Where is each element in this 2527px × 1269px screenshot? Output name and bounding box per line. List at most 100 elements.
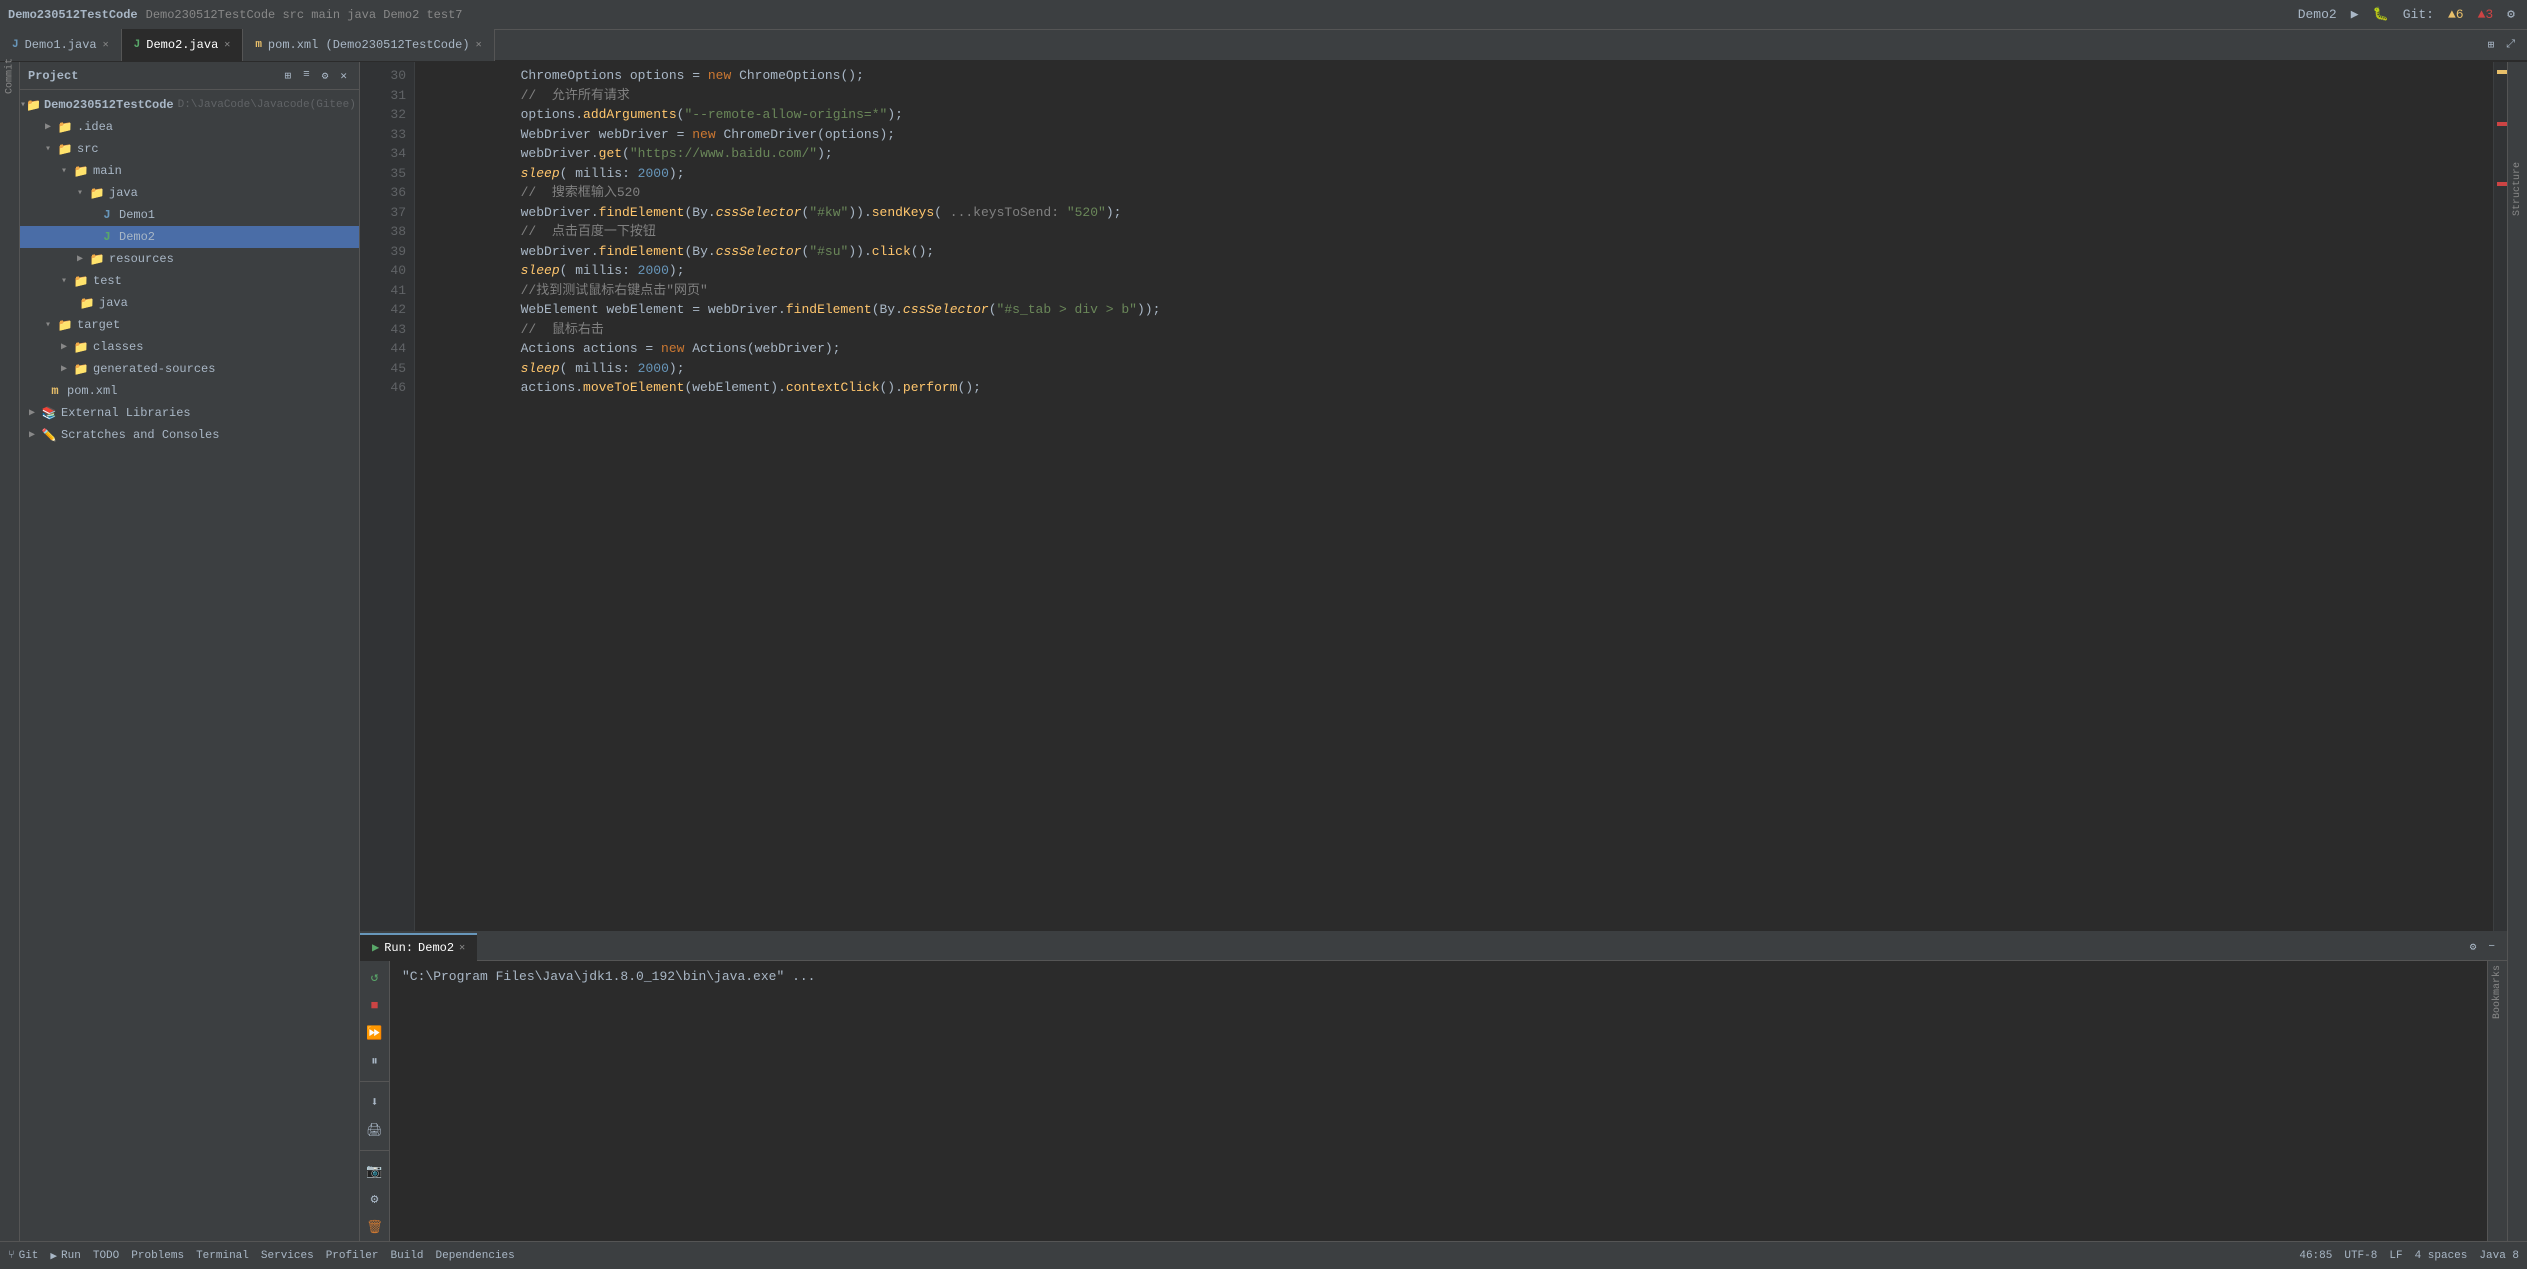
- tree-label-demo1: Demo1: [119, 208, 155, 222]
- code-line-32: options.addArguments("--remote-allow-ori…: [427, 105, 2481, 125]
- profiler-status[interactable]: Profiler: [326, 1250, 379, 1262]
- scroll-to-end-button[interactable]: ⬇: [363, 1090, 387, 1114]
- line-num-36: 36: [368, 183, 406, 203]
- code-container[interactable]: 30 31 32 33 34 35 36 37 38 39 40 41 42 4…: [360, 62, 2507, 931]
- tree-item-main[interactable]: ▾ 📁 main: [20, 160, 359, 182]
- tab-demo1[interactable]: J Demo1.java ✕: [0, 29, 122, 61]
- print-button[interactable]: 🖨: [363, 1118, 387, 1142]
- tree-item-test[interactable]: ▾ 📁 test: [20, 270, 359, 292]
- git-status[interactable]: ⑂ Git: [8, 1250, 38, 1262]
- code-line-40: sleep( millis: 2000);: [427, 261, 2481, 281]
- tree-item-generated[interactable]: ▶ 📁 generated-sources: [20, 358, 359, 380]
- run-config-dropdown[interactable]: Demo2: [2294, 5, 2341, 24]
- tree-item-demo2[interactable]: J Demo2: [20, 226, 359, 248]
- dependencies-status[interactable]: Dependencies: [436, 1250, 515, 1262]
- line-num-46: 46: [368, 378, 406, 398]
- code-line-41: //找到测试鼠标右键点击"网页": [427, 281, 2481, 301]
- sidebar-close-icon[interactable]: ✕: [336, 67, 351, 85]
- tree-label-scratches: Scratches and Consoles: [61, 428, 219, 442]
- tab-demo2-close[interactable]: ✕: [224, 39, 230, 51]
- structure-panel[interactable]: Structure: [2507, 62, 2527, 1241]
- folder-icon-test-java: 📁: [78, 296, 96, 311]
- tree-item-root[interactable]: ▾ 📁 Demo230512TestCode D:\JavaCode\Javac…: [20, 94, 359, 116]
- line-num-42: 42: [368, 300, 406, 320]
- breadcrumb: Demo230512TestCode src main java Demo2 t…: [146, 8, 463, 22]
- run-button[interactable]: ▶: [2347, 5, 2363, 24]
- split-editor-button[interactable]: ⊞: [2484, 36, 2499, 54]
- maximize-editor-button[interactable]: ⤢: [2502, 37, 2519, 53]
- resume-button[interactable]: ⏩: [363, 1021, 387, 1045]
- todo-status[interactable]: TODO: [93, 1250, 119, 1262]
- line-num-39: 39: [368, 242, 406, 262]
- run-status[interactable]: ▶ Run: [50, 1249, 80, 1263]
- trash-button[interactable]: 🗑: [363, 1215, 387, 1239]
- tab-demo1-close[interactable]: ✕: [103, 39, 109, 51]
- xml-icon-pom: m: [46, 384, 64, 398]
- sidebar-expand-icon[interactable]: ≡: [299, 67, 314, 85]
- tree-item-target[interactable]: ▾ 📁 target: [20, 314, 359, 336]
- tree-label-test-java: java: [99, 296, 128, 310]
- warnings-count[interactable]: ▲6: [2444, 5, 2468, 24]
- bookmarks-label[interactable]: Bookmarks: [2492, 965, 2503, 1019]
- line-num-32: 32: [368, 105, 406, 125]
- tree-item-test-java[interactable]: 📁 java: [20, 292, 359, 314]
- tab-pom-close[interactable]: ✕: [476, 39, 482, 51]
- bottom-tab-run[interactable]: ▶ Run: Demo2 ✕: [360, 933, 477, 961]
- terminal-status[interactable]: Terminal: [196, 1250, 249, 1262]
- debug-button[interactable]: 🐛: [2369, 5, 2393, 24]
- tree-label-java: java: [109, 186, 138, 200]
- pause-button[interactable]: ⏸: [363, 1049, 387, 1073]
- top-bar-right: Demo2 ▶ 🐛 Git: ▲6 ▲3 ⚙: [2294, 5, 2519, 24]
- bottom-tab-bar: ▶ Run: Demo2 ✕ ⚙ −: [360, 933, 2507, 961]
- sidebar-title: Project: [28, 69, 78, 83]
- run-tab-close[interactable]: ✕: [459, 942, 465, 954]
- lib-icon-ext: 📚: [40, 406, 58, 421]
- tree-label-generated: generated-sources: [93, 362, 215, 376]
- code-lines[interactable]: ChromeOptions options = new ChromeOption…: [415, 62, 2493, 931]
- bottom-panel-minimize[interactable]: −: [2484, 939, 2499, 955]
- tree-item-classes[interactable]: ▶ 📁 classes: [20, 336, 359, 358]
- sidebar-gear-icon[interactable]: ⊞: [281, 67, 296, 85]
- folder-icon-idea: 📁: [56, 120, 74, 135]
- tree-item-ext-libs[interactable]: ▶ 📚 External Libraries: [20, 402, 359, 424]
- bottom-panel-settings[interactable]: ⚙: [2466, 938, 2481, 956]
- commit-button[interactable]: Commit: [0, 66, 20, 86]
- run-tab-icon: ▶: [372, 940, 379, 955]
- tree-item-scratches[interactable]: ▶ ✏️ Scratches and Consoles: [20, 424, 359, 446]
- stop-button[interactable]: ■: [363, 993, 387, 1017]
- build-status[interactable]: Build: [391, 1250, 424, 1262]
- problems-status[interactable]: Problems: [131, 1250, 184, 1262]
- tree-item-pom[interactable]: m pom.xml: [20, 380, 359, 402]
- camera-button[interactable]: 📷: [363, 1159, 387, 1183]
- folder-icon-classes: 📁: [72, 340, 90, 355]
- structure-label[interactable]: Structure: [2512, 162, 2523, 216]
- toolbar-divider: [360, 1081, 389, 1082]
- services-status[interactable]: Services: [261, 1250, 314, 1262]
- sidebar-settings-icon[interactable]: ⚙: [318, 67, 333, 85]
- code-editor: 30 31 32 33 34 35 36 37 38 39 40 41 42 4…: [360, 62, 2507, 931]
- tree-item-resources[interactable]: ▶ 📁 resources: [20, 248, 359, 270]
- line-num-43: 43: [368, 320, 406, 340]
- folder-icon-java: 📁: [88, 186, 106, 201]
- tab-pom[interactable]: m pom.xml (Demo230512TestCode) ✕: [243, 29, 494, 61]
- problems-label: Problems: [131, 1250, 184, 1262]
- folder-icon-src: 📁: [56, 142, 74, 157]
- tree-item-java[interactable]: ▾ 📁 java: [20, 182, 359, 204]
- console-output: "C:\Program Files\Java\jdk1.8.0_192\bin\…: [390, 961, 2487, 1241]
- tree-item-idea[interactable]: ▶ 📁 .idea: [20, 116, 359, 138]
- errors-count[interactable]: ▲3: [2474, 5, 2498, 24]
- sidebar-header: Project ⊞ ≡ ⚙ ✕: [20, 62, 359, 90]
- settings-button[interactable]: ⚙: [2503, 5, 2519, 24]
- tab-demo2[interactable]: J Demo2.java ✕: [122, 29, 244, 61]
- tree-arrow-test: ▾: [56, 275, 72, 287]
- code-line-43: // 鼠标右击: [427, 320, 2481, 340]
- settings2-button[interactable]: ⚙: [363, 1187, 387, 1211]
- tree-item-demo1[interactable]: J Demo1: [20, 204, 359, 226]
- bookmarks-bar[interactable]: Bookmarks: [2487, 961, 2507, 1241]
- right-scroll-gutter[interactable]: [2493, 62, 2507, 931]
- tree-label-test: test: [93, 274, 122, 288]
- line-num-31: 31: [368, 86, 406, 106]
- toolbar-divider-2: [360, 1150, 389, 1151]
- tree-item-src[interactable]: ▾ 📁 src: [20, 138, 359, 160]
- rerun-button[interactable]: ↺: [363, 965, 387, 989]
